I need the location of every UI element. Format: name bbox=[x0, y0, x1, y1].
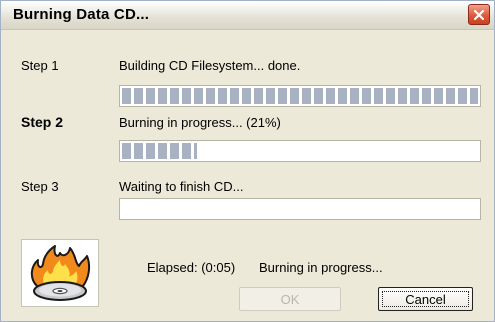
step-1-progress-bar bbox=[119, 85, 481, 107]
burning-disc-icon bbox=[30, 245, 91, 301]
ok-button[interactable]: OK bbox=[239, 287, 341, 311]
step-3-progress-bar bbox=[119, 198, 481, 220]
step-2-label: Step 2 bbox=[21, 114, 64, 130]
step-1-label: Step 1 bbox=[21, 58, 59, 73]
cancel-button-label: Cancel bbox=[405, 291, 446, 307]
close-icon bbox=[473, 9, 485, 20]
logo-frame bbox=[21, 239, 99, 307]
window-title: Burning Data CD... bbox=[13, 6, 150, 23]
cancel-button[interactable]: Cancel bbox=[378, 287, 473, 311]
burn-status-text: Burning in progress... bbox=[259, 260, 383, 275]
step-3-label: Step 3 bbox=[21, 179, 59, 194]
elapsed-time: Elapsed: (0:05) bbox=[147, 260, 236, 275]
title-bar: Burning Data CD... bbox=[1, 1, 494, 30]
step-1-status: Building CD Filesystem... done. bbox=[119, 58, 301, 73]
step-1-progress-fill bbox=[122, 88, 478, 104]
step-2-progress-fill bbox=[122, 143, 197, 159]
step-2-progress-bar bbox=[119, 140, 481, 162]
step-3-status: Waiting to finish CD... bbox=[119, 179, 244, 194]
burn-dialog: Burning Data CD... Step 1 Building CD Fi… bbox=[0, 0, 495, 322]
close-button[interactable] bbox=[468, 4, 490, 25]
step-2-status: Burning in progress... (21%) bbox=[119, 115, 281, 130]
